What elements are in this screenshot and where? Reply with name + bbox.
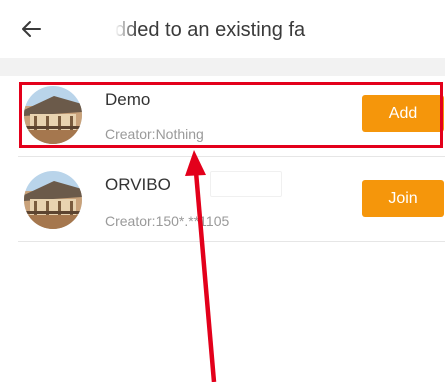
title-fade-right <box>320 14 360 46</box>
family-creator: Creator:150*.**1105 <box>105 213 230 229</box>
title-fade-left <box>115 14 137 46</box>
faint-field-outline <box>210 171 282 197</box>
back-button[interactable] <box>14 14 48 44</box>
join-button[interactable]: Join <box>362 180 444 217</box>
arrow-left-icon <box>22 21 41 37</box>
family-row-orvibo[interactable]: ORVIBO Creator:150*.**1105 Join <box>18 157 445 242</box>
family-name: ORVIBO <box>105 175 171 194</box>
top-bar: dded to an existing fa <box>0 0 445 58</box>
annotation-highlight-box <box>19 82 443 148</box>
house-photo-avatar <box>24 171 82 229</box>
section-gap <box>0 58 445 76</box>
